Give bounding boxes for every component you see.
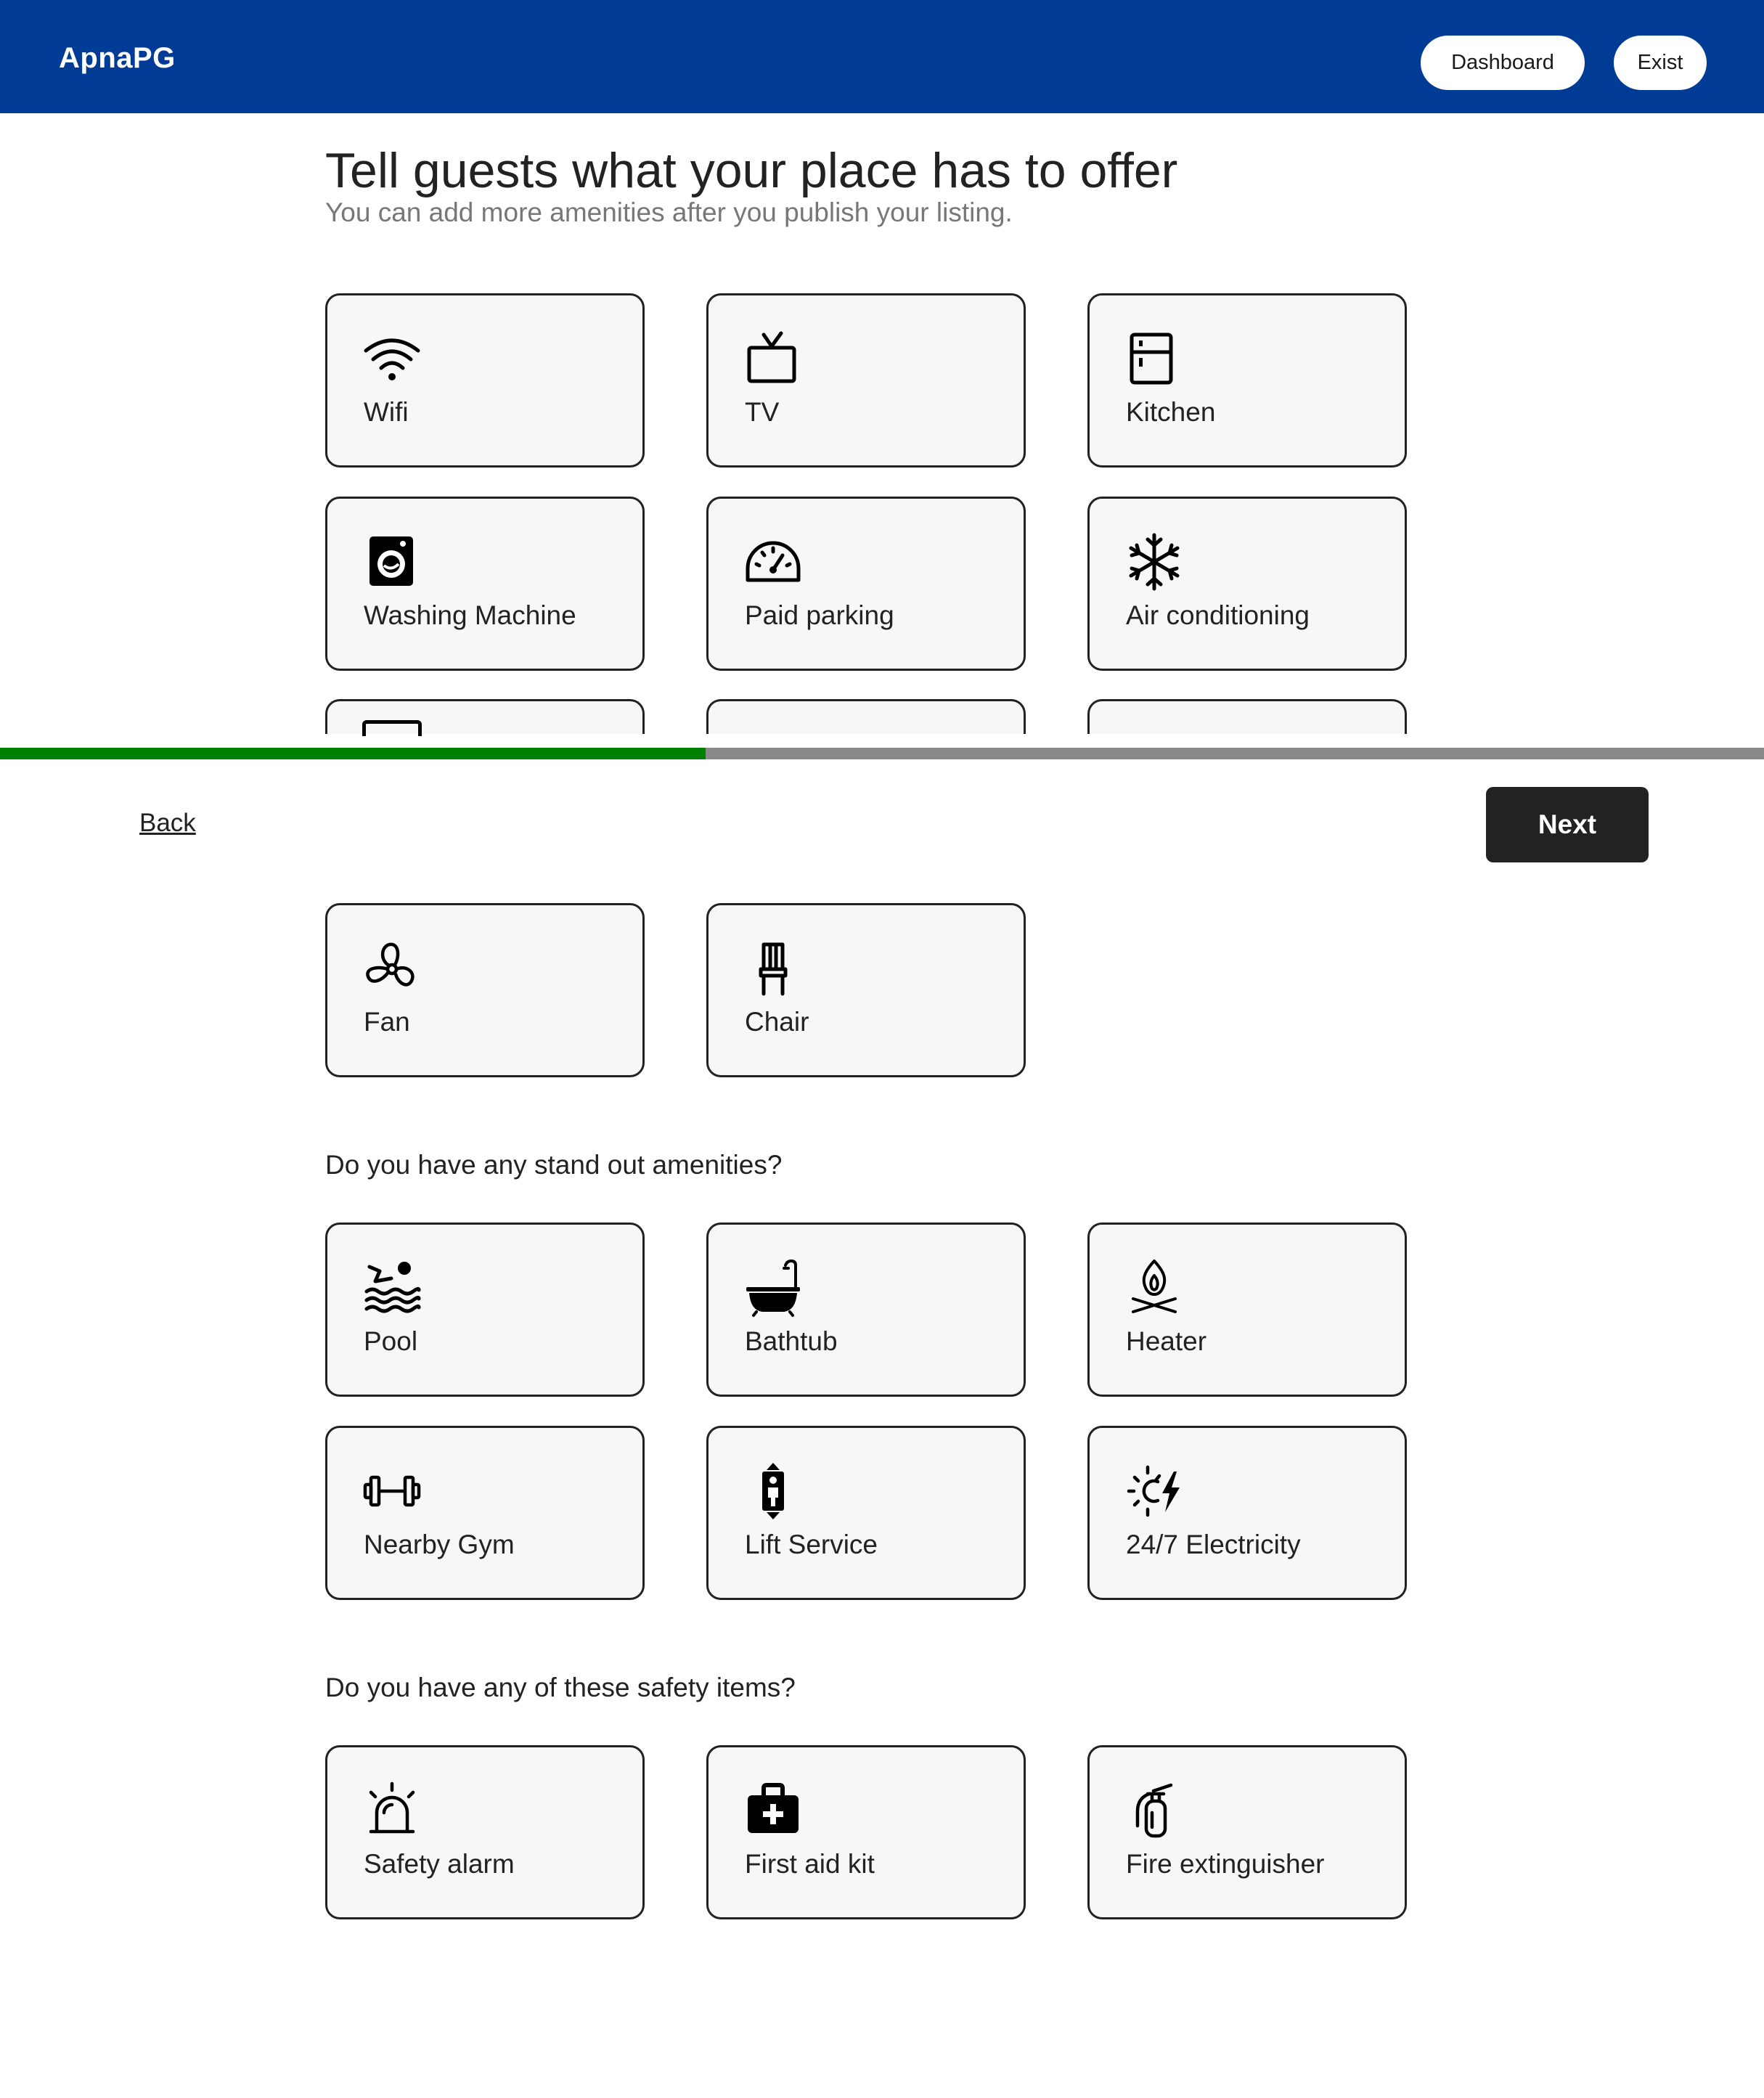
first-aid-kit-icon bbox=[743, 1781, 803, 1840]
amenity-card-partial[interactable] bbox=[706, 699, 1026, 734]
standout-card-nearby-gym[interactable]: Nearby Gym bbox=[325, 1426, 645, 1600]
amenity-label: Kitchen bbox=[1126, 397, 1216, 427]
safety-heading: Do you have any of these safety items? bbox=[325, 1673, 796, 1702]
standout-label: Nearby Gym bbox=[364, 1530, 515, 1559]
safety-label: Safety alarm bbox=[364, 1849, 515, 1879]
standout-card-heater[interactable]: Heater bbox=[1087, 1223, 1407, 1397]
back-link[interactable]: Back bbox=[139, 809, 196, 838]
brand-logo[interactable]: ApnaPG bbox=[59, 42, 176, 75]
amenity-label: TV bbox=[745, 397, 780, 427]
amenity-label: Paid parking bbox=[745, 600, 894, 630]
safety-card-first-aid-kit[interactable]: First aid kit bbox=[706, 1745, 1026, 1919]
speedometer-icon bbox=[743, 532, 803, 592]
chair-icon bbox=[743, 939, 803, 998]
snowflake-icon bbox=[1124, 532, 1184, 592]
standout-card-bathtub[interactable]: Bathtub bbox=[706, 1223, 1026, 1397]
standout-label: Bathtub bbox=[745, 1326, 838, 1356]
standout-label: 24/7 Electricity bbox=[1126, 1530, 1301, 1559]
amenity-card-partial[interactable] bbox=[325, 699, 645, 736]
page-title: Tell guests what your place has to offer bbox=[325, 143, 1178, 198]
standout-card-electricity[interactable]: 24/7 Electricity bbox=[1087, 1426, 1407, 1600]
fan-icon bbox=[362, 939, 422, 998]
pool-icon bbox=[362, 1258, 422, 1318]
dumbbell-icon bbox=[362, 1461, 422, 1521]
fire-extinguisher-icon bbox=[1124, 1781, 1184, 1840]
standout-card-pool[interactable]: Pool bbox=[325, 1223, 645, 1397]
safety-label: Fire extinguisher bbox=[1126, 1849, 1325, 1879]
lift-icon bbox=[743, 1461, 803, 1521]
dashboard-button[interactable]: Dashboard bbox=[1421, 36, 1585, 90]
amenity-label: Air conditioning bbox=[1126, 600, 1310, 630]
electricity-icon bbox=[1124, 1461, 1184, 1521]
standout-label: Heater bbox=[1126, 1326, 1207, 1356]
alarm-icon bbox=[362, 1781, 422, 1840]
top-navbar: ApnaPG Dashboard Exist bbox=[0, 0, 1764, 113]
amenity-card-partial[interactable] bbox=[1087, 699, 1407, 734]
exist-button[interactable]: Exist bbox=[1614, 36, 1707, 90]
amenity-label: Fan bbox=[364, 1007, 410, 1037]
amenity-label: Chair bbox=[745, 1007, 809, 1037]
washing-machine-icon bbox=[362, 532, 422, 592]
standout-label: Pool bbox=[364, 1326, 418, 1356]
progress-bar bbox=[0, 748, 1764, 759]
next-button[interactable]: Next bbox=[1486, 787, 1649, 862]
amenity-card-washing-machine[interactable]: Washing Machine bbox=[325, 497, 645, 671]
wifi-icon bbox=[362, 329, 422, 388]
standout-card-lift-service[interactable]: Lift Service bbox=[706, 1426, 1026, 1600]
amenity-card-kitchen[interactable]: Kitchen bbox=[1087, 293, 1407, 468]
tv-icon bbox=[743, 329, 803, 388]
bathtub-icon bbox=[743, 1258, 803, 1318]
amenity-card-wifi[interactable]: Wifi bbox=[325, 293, 645, 468]
progress-fill bbox=[0, 748, 706, 759]
amenity-card-fan[interactable]: Fan bbox=[325, 903, 645, 1077]
amenity-label: Wifi bbox=[364, 397, 409, 427]
safety-card-safety-alarm[interactable]: Safety alarm bbox=[325, 1745, 645, 1919]
amenity-card-tv[interactable]: TV bbox=[706, 293, 1026, 468]
amenity-card-chair[interactable]: Chair bbox=[706, 903, 1026, 1077]
kitchen-icon bbox=[1124, 329, 1184, 388]
safety-card-fire-extinguisher[interactable]: Fire extinguisher bbox=[1087, 1745, 1407, 1919]
partial-icon bbox=[362, 720, 422, 736]
safety-label: First aid kit bbox=[745, 1849, 875, 1879]
page-subtitle: You can add more amenities after you pub… bbox=[325, 197, 1013, 227]
amenity-label: Washing Machine bbox=[364, 600, 576, 630]
heater-icon bbox=[1124, 1258, 1184, 1318]
amenity-card-air-conditioning[interactable]: Air conditioning bbox=[1087, 497, 1407, 671]
amenity-card-paid-parking[interactable]: Paid parking bbox=[706, 497, 1026, 671]
standout-heading: Do you have any stand out amenities? bbox=[325, 1150, 783, 1180]
standout-label: Lift Service bbox=[745, 1530, 878, 1559]
